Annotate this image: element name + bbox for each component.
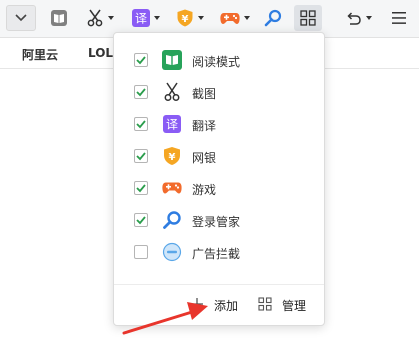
checkbox[interactable] [134, 85, 148, 99]
online-banking-button[interactable]: ¥ [172, 5, 206, 31]
menu-item-games[interactable]: 游戏 [114, 173, 324, 205]
menu-item-online-banking[interactable]: ¥ 网银 [114, 141, 324, 173]
dropdown-caret-icon [366, 16, 372, 20]
svg-text:¥: ¥ [182, 14, 189, 25]
checkbox[interactable] [134, 149, 148, 163]
ad-block-icon [162, 242, 182, 262]
svg-text:译: 译 [135, 12, 147, 26]
menu-item-label: 截图 [192, 87, 217, 101]
menu-item-screenshot[interactable]: 截图 [114, 77, 324, 109]
chevron-down-icon [15, 14, 27, 22]
login-manager-button[interactable] [260, 5, 286, 31]
menu-item-label: 游戏 [192, 183, 217, 197]
key-search-icon [264, 9, 282, 27]
toolbar-apps-popup: 阅读模式 截图 译 翻译 ¥ 网银 游戏 登录管家 广告拦截 添加 管理 [113, 32, 325, 326]
hamburger-icon [392, 12, 406, 24]
gamepad-icon [162, 182, 182, 194]
manage-label: 管理 [282, 299, 307, 313]
dropdown-caret-icon [244, 16, 250, 20]
games-button[interactable] [216, 5, 252, 31]
screenshot-button[interactable] [82, 5, 116, 31]
menu-item-label: 广告拦截 [192, 247, 241, 261]
plus-icon [191, 298, 203, 310]
checkbox[interactable] [134, 117, 148, 131]
grid-icon [258, 297, 272, 311]
dropdown-caret-icon [198, 16, 204, 20]
translate-icon: 译 [163, 115, 181, 133]
yuan-shield-icon: ¥ [177, 9, 193, 27]
dropdown-caret-icon [154, 16, 160, 20]
svg-text:¥: ¥ [169, 152, 176, 163]
menu-item-label: 翻译 [192, 119, 217, 133]
translate-button[interactable]: 译 [128, 5, 162, 31]
translate-icon: 译 [132, 9, 150, 27]
menu-item-login-manager[interactable]: 登录管家 [114, 205, 324, 237]
menu-item-label: 阅读模式 [192, 55, 241, 69]
menu-item-label: 网银 [192, 151, 217, 165]
menu-item-label: 登录管家 [192, 215, 241, 229]
reading-mode-icon [162, 50, 182, 70]
scissors-icon [87, 9, 103, 27]
grid-icon [300, 10, 316, 26]
checkbox[interactable] [134, 53, 148, 67]
scissors-icon [164, 82, 180, 101]
apps-grid-button[interactable] [294, 5, 322, 31]
add-button[interactable]: 添加 [190, 295, 246, 315]
svg-text:译: 译 [166, 118, 178, 132]
main-menu-button[interactable] [386, 5, 412, 31]
reading-mode-button[interactable] [46, 5, 72, 31]
undo-button[interactable] [340, 5, 374, 31]
checkbox[interactable] [134, 245, 148, 259]
key-search-icon [163, 211, 181, 229]
checkbox[interactable] [134, 213, 148, 227]
menu-item-translate[interactable]: 译 翻译 [114, 109, 324, 141]
gamepad-icon [220, 13, 240, 24]
undo-icon [347, 12, 361, 25]
book-icon [51, 10, 67, 26]
add-label: 添加 [214, 299, 239, 313]
bookmark-aliyun[interactable]: 阿里云 [22, 46, 58, 63]
divider [114, 284, 324, 285]
yuan-shield-icon: ¥ [164, 147, 180, 165]
menu-item-ad-block[interactable]: 广告拦截 [114, 237, 324, 269]
menu-item-reading-mode[interactable]: 阅读模式 [114, 45, 324, 77]
dropdown-caret-icon [108, 16, 114, 20]
checkbox[interactable] [134, 181, 148, 195]
menu-dropdown-button[interactable] [6, 5, 36, 31]
bookmark-lol[interactable]: LOL [88, 46, 113, 60]
manage-button[interactable]: 管理 [258, 295, 316, 315]
